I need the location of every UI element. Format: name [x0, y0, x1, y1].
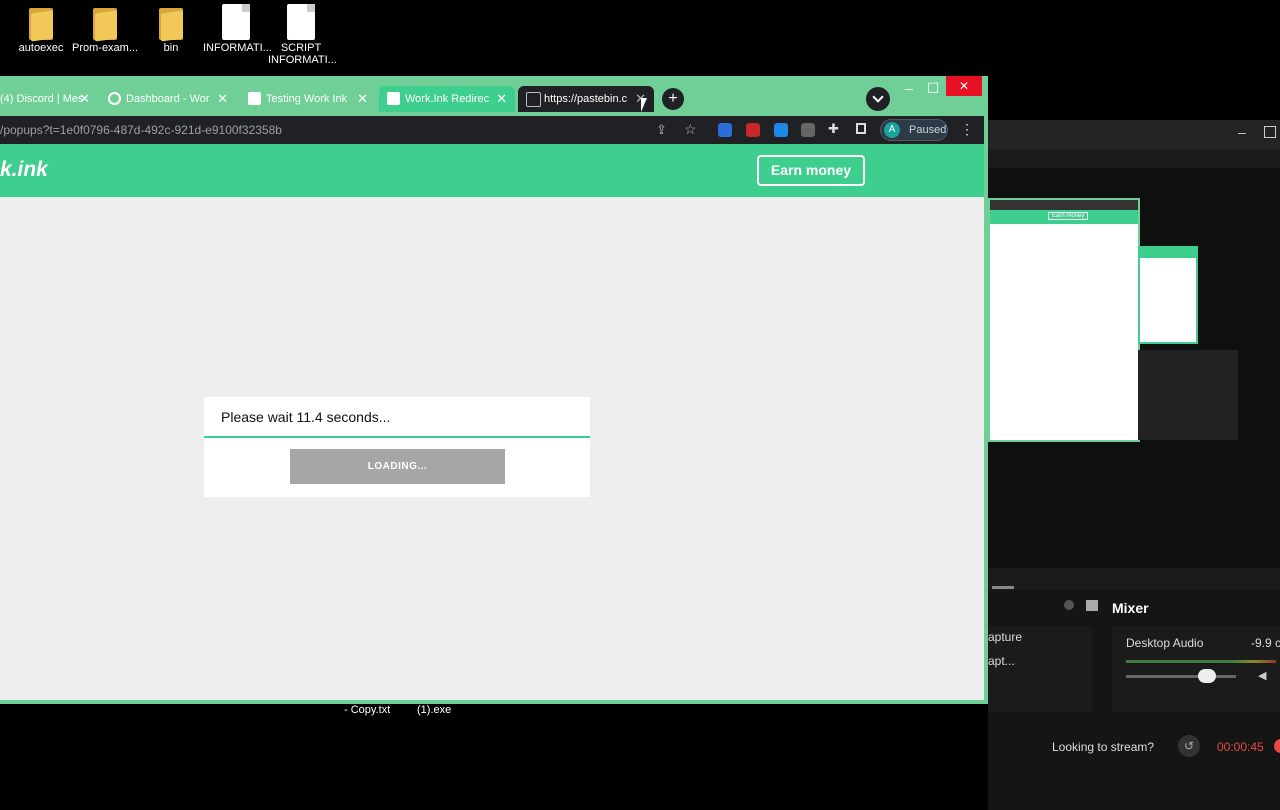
more-options-icon[interactable]: ⋮ [960, 121, 974, 138]
audio-source-name: Desktop Audio [1126, 636, 1204, 650]
browser-window: (4) Discord | Mes ✕ Dashboard - Work ✕ T… [0, 76, 988, 704]
chevron-down-icon [872, 91, 884, 103]
site-header: k.ink Earn money [0, 144, 984, 197]
tab-workink-redirect[interactable]: Work.Ink Redirect ✕ [379, 86, 515, 112]
maximize-button[interactable]: ☐ [920, 80, 946, 97]
folder-icon [157, 4, 185, 42]
desktop-icon-label: autoexec [18, 42, 64, 54]
stream-prompt[interactable]: Looking to stream? [1052, 740, 1154, 754]
maximize-icon[interactable] [1264, 126, 1276, 138]
minimize-button[interactable]: – [896, 80, 922, 96]
taskbar-item[interactable]: (1).exe [417, 704, 451, 716]
desktop-icon-autoexec[interactable]: autoexec [8, 4, 74, 54]
sidebar-icon[interactable] [856, 123, 866, 134]
extension-blue-icon[interactable] [774, 123, 788, 137]
desktop-icon-prom-exam[interactable]: Prom-exam... [72, 4, 138, 54]
profile-status: Paused [909, 124, 947, 136]
obs-mixer-panel: Mixer apture apt... Desktop Audio -9.9 c… [988, 586, 1280, 810]
close-tab-icon[interactable]: ✕ [79, 86, 90, 112]
folder-icon[interactable] [1086, 600, 1098, 611]
link-icon [108, 92, 121, 105]
preview-earn-button: Earn money [1048, 212, 1089, 220]
tab-label: (4) Discord | Mes [0, 93, 84, 105]
desktop-icon-label: INFORMATI... [203, 42, 272, 54]
source-item[interactable]: apt... [988, 654, 1015, 668]
obs-preview: Earn money [988, 168, 1280, 568]
audio-level: -9.9 c [1251, 636, 1280, 650]
tab-search-button[interactable] [866, 87, 890, 111]
card-divider [204, 436, 590, 438]
mouse-cursor-icon [641, 98, 647, 112]
site-logo[interactable]: k.ink [0, 158, 48, 182]
close-tab-icon[interactable]: ✕ [217, 86, 228, 112]
tab-label: Testing Work Ink - [266, 93, 350, 105]
preview-nested-thumbnail [1138, 246, 1198, 344]
tab-strip: (4) Discord | Mes ✕ Dashboard - Work ✕ T… [0, 76, 988, 116]
globe-icon [526, 92, 541, 107]
source-item[interactable]: apture [988, 630, 1022, 644]
desktop-icon-label: SCRIPT INFORMATI... [268, 42, 337, 66]
new-tab-button[interactable]: + [662, 88, 684, 110]
extension-gray-icon[interactable] [801, 123, 815, 137]
mixer-title: Mixer [1112, 600, 1149, 616]
workink-favicon-icon [248, 92, 261, 105]
tab-dashboard-work[interactable]: Dashboard - Work ✕ [100, 86, 236, 112]
close-tab-icon[interactable]: ✕ [496, 86, 507, 112]
wait-countdown-text: Please wait 11.4 seconds... [221, 409, 391, 425]
tab-label: Dashboard - Work [126, 93, 210, 105]
desktop-icon-script-information[interactable]: SCRIPT INFORMATI... [268, 4, 337, 66]
url-field[interactable]: /popups?t=1e0f0796-487d-492c-921d-e9100f… [0, 123, 282, 137]
desktop-icon-label: bin [163, 42, 179, 54]
extension-tr-icon[interactable] [718, 123, 732, 137]
share-icon[interactable]: ⇪ [656, 122, 667, 138]
desktop-icon-information[interactable]: INFORMATI... [203, 4, 272, 54]
volume-meter [1126, 660, 1276, 663]
tab-label: Work.Ink Redirect [405, 93, 489, 105]
volume-slider-handle[interactable] [1198, 669, 1216, 683]
workink-favicon-icon [387, 92, 400, 105]
loading-button[interactable]: LOADING... [290, 449, 505, 484]
folder-icon [27, 4, 55, 42]
extension-red-icon[interactable] [746, 123, 760, 137]
speaker-icon[interactable]: ◀ [1258, 669, 1266, 682]
puzzle-icon[interactable]: ✚ [828, 121, 839, 137]
tab-discord[interactable]: (4) Discord | Mes ✕ [0, 86, 98, 112]
close-tab-icon[interactable]: ✕ [357, 86, 368, 112]
address-bar: /popups?t=1e0f0796-487d-492c-921d-e9100f… [0, 116, 984, 144]
file-icon [287, 4, 315, 40]
obs-scrollbar[interactable] [992, 586, 1014, 589]
desktop-icon-bin[interactable]: bin [138, 4, 204, 54]
volume-slider[interactable] [1126, 675, 1236, 678]
tab-pastebin[interactable]: https://pastebin.c ✕ [518, 86, 654, 112]
obs-titlebar: – [988, 120, 1280, 150]
close-window-button[interactable]: ✕ [946, 76, 982, 96]
obs-window: – Earn money Mixer apture apt... Desktop… [988, 120, 1280, 810]
profile-button[interactable]: A Paused [880, 119, 948, 141]
sources-list: apture apt... [988, 626, 1092, 712]
wait-card: Please wait 11.4 seconds... LOADING... [204, 397, 590, 497]
tab-label: https://pastebin.c [544, 93, 628, 105]
taskbar-item[interactable]: - Copy.txt [344, 704, 390, 716]
audio-channel: Desktop Audio -9.9 c ◀ [1112, 626, 1280, 712]
minimize-icon[interactable]: – [1238, 124, 1246, 140]
stream-timer: 00:00:45 [1217, 740, 1264, 754]
preview-browser-thumbnail: Earn money [988, 198, 1140, 442]
tab-testing-work-ink[interactable]: Testing Work Ink - ✕ [240, 86, 376, 112]
page-content: k.ink Earn money Please wait 11.4 second… [0, 144, 984, 700]
earn-money-button[interactable]: Earn money [757, 155, 865, 186]
star-icon[interactable]: ☆ [684, 121, 697, 138]
desktop-icon-label: Prom-exam... [72, 42, 139, 54]
preview-nested-panel [1138, 350, 1238, 440]
folder-icon [91, 4, 119, 42]
record-indicator-icon [1274, 739, 1280, 753]
speaker-icon[interactable] [1064, 600, 1074, 610]
avatar: A [884, 122, 900, 138]
history-icon[interactable]: ↺ [1178, 735, 1200, 757]
file-icon [222, 4, 250, 40]
